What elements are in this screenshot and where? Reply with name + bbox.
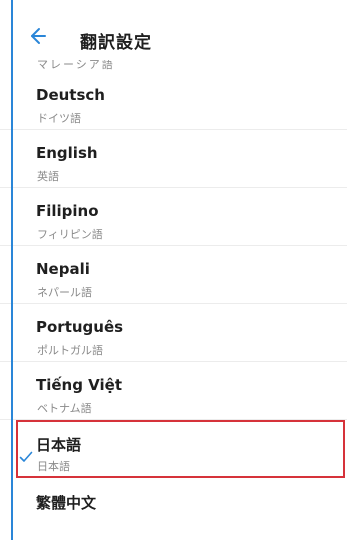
- language-name: English: [36, 144, 98, 162]
- language-native-name: ポルトガル語: [37, 344, 103, 357]
- language-item-portugues[interactable]: Português ポルトガル語: [0, 304, 347, 362]
- language-item-deutsch[interactable]: Deutsch ドイツ語: [0, 72, 347, 130]
- language-name: Português: [36, 318, 124, 336]
- language-name: Tiếng Việt: [36, 376, 123, 394]
- language-name: Filipino: [36, 202, 99, 220]
- language-native-name: 英語: [37, 170, 59, 183]
- language-item-english[interactable]: English 英語: [0, 130, 347, 188]
- screen-left-edge: [11, 0, 13, 540]
- language-item-tieng-viet[interactable]: Tiếng Việt ベトナム語: [0, 362, 347, 420]
- app-header: 翻訳設定: [0, 0, 347, 60]
- language-native-name: ドイツ語: [37, 112, 81, 125]
- back-button[interactable]: [24, 24, 52, 52]
- language-native-name: ベトナム語: [37, 402, 92, 415]
- arrow-left-icon: [31, 28, 46, 44]
- language-item-japanese-selected[interactable]: 日本語 日本語: [16, 420, 345, 478]
- language-name: Deutsch: [36, 86, 105, 104]
- language-item-traditional-chinese[interactable]: 繁體中文: [0, 478, 347, 535]
- language-native-name: ネパール語: [37, 286, 92, 299]
- language-list: Deutsch ドイツ語 English 英語 Filipino フィリピン語 …: [0, 72, 347, 535]
- check-icon: [19, 451, 33, 462]
- language-name: Nepali: [36, 260, 90, 278]
- language-native-name: 日本語: [37, 460, 70, 473]
- language-name: 日本語: [36, 436, 82, 454]
- translation-settings-screen: 翻訳設定 マレーシア語 Deutsch ドイツ語 English 英語 Fili…: [0, 0, 347, 540]
- language-item-filipino[interactable]: Filipino フィリピン語: [0, 188, 347, 246]
- language-name: 繁體中文: [36, 494, 97, 512]
- page-title: 翻訳設定: [80, 33, 152, 53]
- language-native-name: フィリピン語: [37, 228, 103, 241]
- language-item-nepali[interactable]: Nepali ネパール語: [0, 246, 347, 304]
